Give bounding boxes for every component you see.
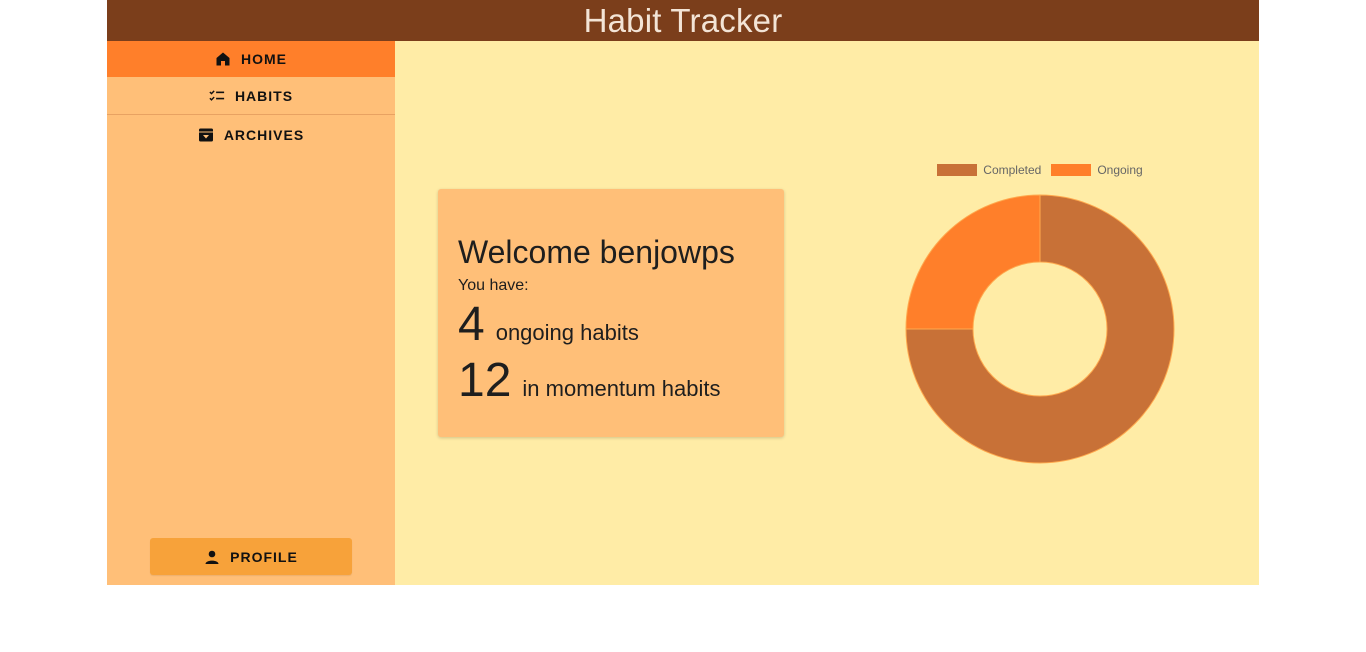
habits-doughnut-chart: Completed Ongoing [885, 163, 1245, 473]
archive-icon [198, 127, 214, 143]
momentum-count: 12 [458, 354, 512, 407]
sidebar-item-habits[interactable]: HABITS [107, 78, 395, 115]
ongoing-count: 4 [458, 298, 485, 351]
app-title: Habit Tracker [583, 2, 783, 39]
sidebar: HOME HABITS ARCHIVES PROFILE [107, 41, 395, 585]
momentum-stat: 12 in momentum habits [458, 355, 764, 407]
intro-text: You have: [458, 277, 529, 294]
app-header: Habit Tracker [107, 0, 1259, 41]
sidebar-item-archives[interactable]: ARCHIVES [107, 116, 395, 153]
profile-button[interactable]: PROFILE [150, 538, 352, 575]
momentum-label: in momentum habits [522, 376, 721, 401]
welcome-card: Welcome benjowps You have: 4 ongoing hab… [438, 189, 784, 437]
main-content: Welcome benjowps You have: 4 ongoing hab… [395, 41, 1259, 585]
welcome-heading: Welcome benjowps [458, 234, 735, 270]
home-icon [215, 51, 231, 67]
doughnut-slice-ongoing[interactable] [905, 194, 1041, 330]
doughnut-svg [905, 194, 1175, 464]
ongoing-label: ongoing habits [495, 320, 639, 345]
sidebar-item-label: ARCHIVES [223, 126, 305, 143]
sidebar-item-home[interactable]: HOME [107, 41, 395, 77]
app-window: Habit Tracker HOME HABITS ARCHIVES PROFI… [107, 0, 1259, 585]
checklist-icon [209, 88, 225, 104]
profile-button-label: PROFILE [230, 548, 298, 565]
sidebar-item-label: HABITS [234, 88, 294, 104]
ongoing-stat: 4 ongoing habits [458, 299, 764, 351]
person-icon [204, 549, 220, 565]
sidebar-item-label: HOME [241, 51, 287, 67]
